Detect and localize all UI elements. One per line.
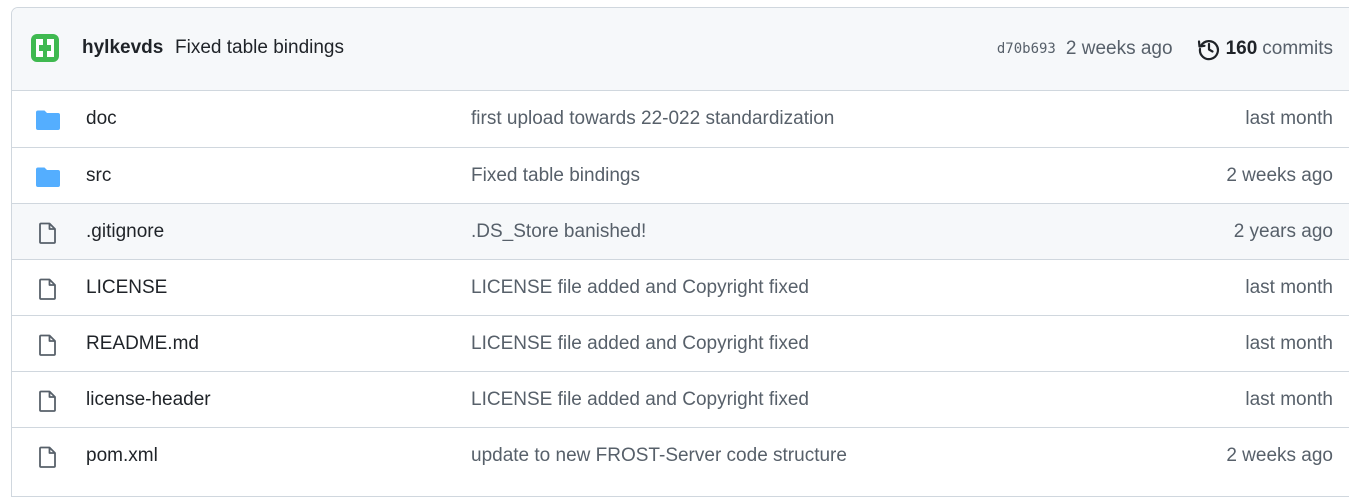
- file-row[interactable]: pom.xml update to new FROST-Server code s…: [12, 427, 1349, 483]
- latest-commit-bar: hylkevds Fixed table bindings d70b693 2 …: [12, 8, 1349, 91]
- file-commit-age: last month: [1245, 389, 1333, 410]
- file-commit-age: 2 years ago: [1233, 221, 1333, 242]
- file-name-link[interactable]: LICENSE: [86, 277, 167, 299]
- commit-author-link[interactable]: hylkevds: [82, 37, 163, 59]
- file-commit-message-link[interactable]: first upload towards 22-022 standardizat…: [471, 108, 834, 130]
- repository-file-browser: hylkevds Fixed table bindings d70b693 2 …: [11, 7, 1349, 497]
- file-commit-age: 2 weeks ago: [1226, 445, 1333, 466]
- file-commit-age: last month: [1245, 333, 1333, 354]
- commit-message-link[interactable]: Fixed table bindings: [175, 37, 344, 59]
- file-row[interactable]: doc first upload towards 22-022 standardi…: [12, 91, 1349, 147]
- file-row[interactable]: .gitignore .DS_Store banished! 2 years ago: [12, 203, 1349, 259]
- file-commit-message-link[interactable]: LICENSE file added and Copyright fixed: [471, 277, 809, 299]
- file-commit-age: 2 weeks ago: [1226, 165, 1333, 186]
- file-row[interactable]: src Fixed table bindings 2 weeks ago: [12, 147, 1349, 203]
- file-name-link[interactable]: license-header: [86, 389, 211, 411]
- file-name-link[interactable]: doc: [86, 108, 117, 130]
- commit-history-link[interactable]: 160 commits: [1197, 37, 1333, 61]
- file-name-link[interactable]: pom.xml: [86, 445, 158, 467]
- file-commit-age: last month: [1245, 108, 1333, 129]
- file-commit-message-link[interactable]: update to new FROST-Server code structur…: [471, 445, 847, 467]
- commit-meta: d70b693 2 weeks ago 160 commits: [997, 37, 1333, 61]
- file-row[interactable]: license-header LICENSE file added and Cop…: [12, 371, 1349, 427]
- file-commit-message-link[interactable]: Fixed table bindings: [471, 165, 640, 187]
- commit-sha-link[interactable]: d70b693: [997, 41, 1056, 57]
- folder-icon: [35, 166, 61, 188]
- file-row[interactable]: README.md LICENSE file added and Copyrigh…: [12, 315, 1349, 371]
- commit-age: 2 weeks ago: [1065, 38, 1173, 59]
- file-icon: [35, 278, 61, 300]
- file-name-link[interactable]: README.md: [86, 333, 199, 355]
- file-icon: [35, 222, 61, 244]
- file-commit-message-link[interactable]: LICENSE file added and Copyright fixed: [471, 389, 809, 411]
- author-avatar-icon[interactable]: [31, 34, 59, 62]
- file-icon: [35, 334, 61, 356]
- file-name-link[interactable]: .gitignore: [86, 221, 164, 243]
- file-commit-message-link[interactable]: .DS_Store banished!: [471, 221, 646, 243]
- folder-icon: [35, 109, 61, 131]
- file-commit-age: last month: [1245, 277, 1333, 298]
- file-name-link[interactable]: src: [86, 165, 111, 187]
- file-commit-message-link[interactable]: LICENSE file added and Copyright fixed: [471, 333, 809, 355]
- commits-label: commits: [1262, 38, 1333, 59]
- file-row[interactable]: LICENSE LICENSE file added and Copyright …: [12, 259, 1349, 315]
- history-icon: [1197, 40, 1219, 61]
- commit-count: 160: [1225, 38, 1258, 59]
- file-list: doc first upload towards 22-022 standardi…: [12, 91, 1349, 483]
- file-icon: [35, 446, 61, 468]
- file-icon: [35, 390, 61, 412]
